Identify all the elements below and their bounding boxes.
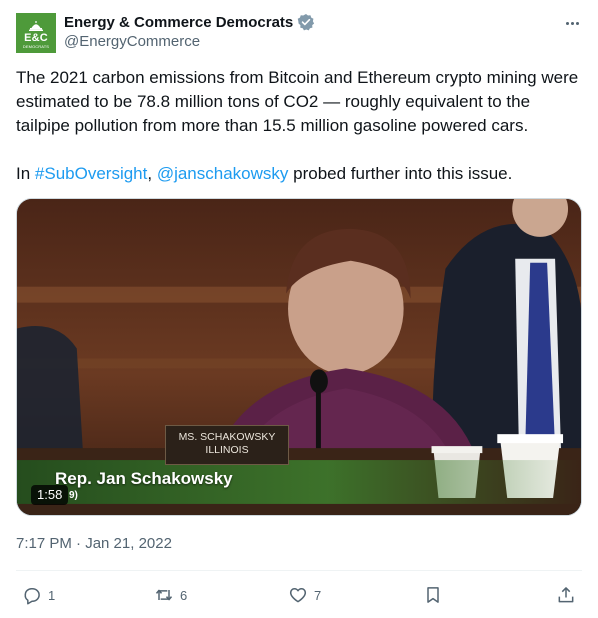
nameplate-line-1: MS. SCHAKOWSKY [178,431,276,443]
bookmark-icon [427,587,439,603]
video-caption-name: Rep. Jan Schakowsky [55,469,233,488]
heart-icon [289,588,307,603]
author-display-name[interactable]: Energy & Commerce Democrats [64,14,293,31]
post-paragraph-2: In #SubOversight, @janschakowsky probed … [16,162,582,186]
post-text-fragment: In [16,164,35,183]
post-text-fragment: , [147,164,157,183]
share-button[interactable] [556,584,576,606]
post-paragraph-1: The 2021 carbon emissions from Bitcoin a… [16,68,579,135]
reply-icon [24,588,40,605]
reply-count: 1 [48,587,56,603]
avatar[interactable]: E&C DEMOCRATS [16,13,56,53]
divider [16,570,582,571]
avatar-subtitle: DEMOCRATS [22,44,50,49]
nameplate-line-2: ILLINOIS [205,444,249,456]
video-duration-badge: 1:58 [31,485,69,505]
author-handle[interactable]: @EnergyCommerce [64,33,200,50]
video-caption-sub: 9) [69,490,78,501]
action-bar: 1 6 7 [0,584,598,606]
bookmark-button[interactable] [423,584,443,606]
mention-link[interactable]: @janschakowsky [157,164,289,183]
repost-button[interactable]: 6 [154,584,187,606]
like-count: 7 [314,587,322,603]
hashtag-link[interactable]: #SubOversight [35,164,147,183]
nameplate: MS. SCHAKOWSKY ILLINOIS [165,425,289,465]
video-player[interactable]: MS. SCHAKOWSKY ILLINOIS Rep. Jan Schakow… [16,198,582,516]
tweet-card: E&C DEMOCRATS Energy & Commerce Democrat… [0,0,598,618]
like-button[interactable]: 7 [288,584,321,606]
share-icon [558,587,574,603]
author-name-row: Energy & Commerce Democrats [64,12,315,32]
repost-count: 6 [180,587,188,603]
reply-button[interactable]: 1 [22,584,55,606]
capitol-dome-icon [29,21,43,31]
avatar-abbreviation: E&C [24,32,48,44]
verified-badge-icon[interactable] [297,13,315,31]
post-timestamp[interactable]: 7:17 PM · Jan 21, 2022 [16,535,172,552]
post-text: The 2021 carbon emissions from Bitcoin a… [16,66,582,186]
post-text-fragment: probed further into this issue. [288,164,513,183]
more-options-icon[interactable] [560,14,584,32]
repost-icon [155,589,173,601]
